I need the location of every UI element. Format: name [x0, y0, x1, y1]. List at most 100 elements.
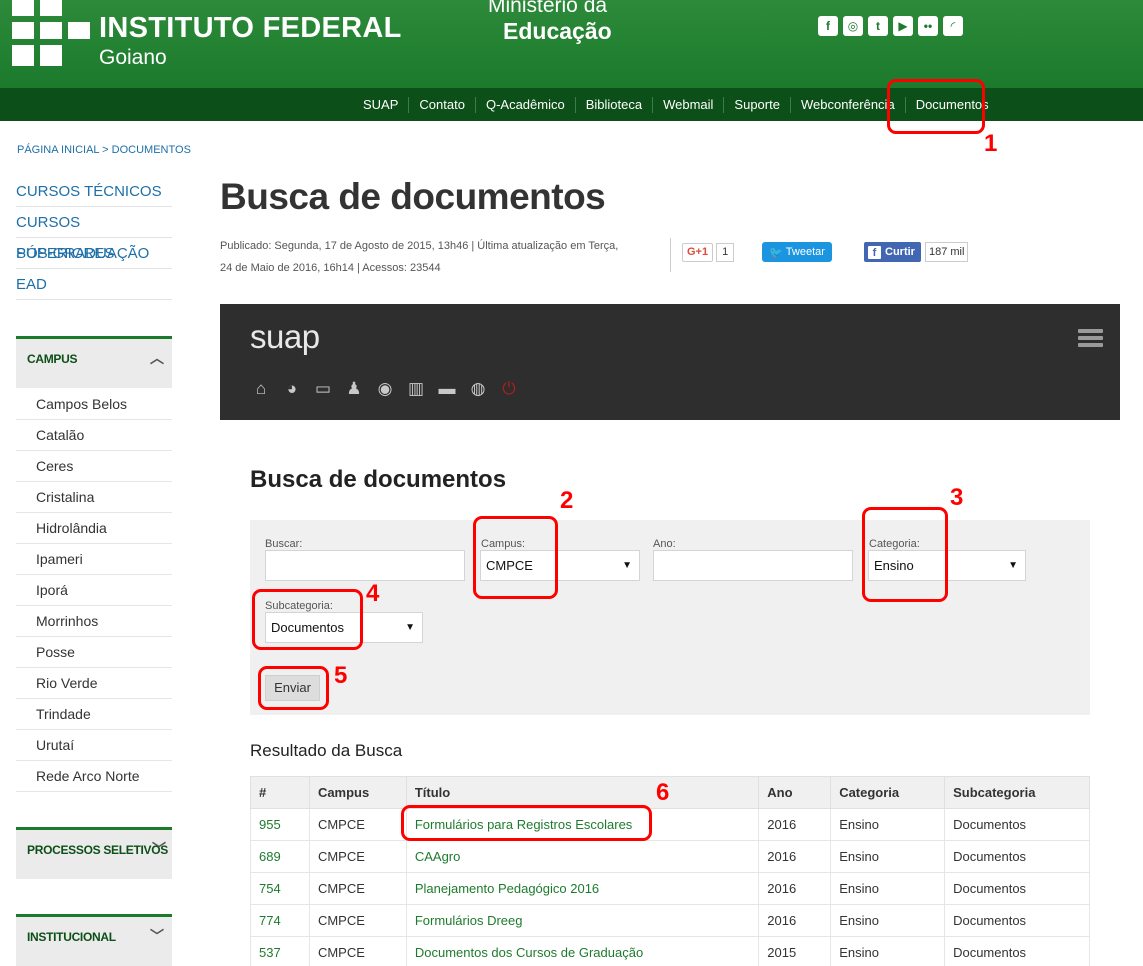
facebook-like: f Curtir 187 mil — [864, 242, 969, 262]
table-row: 689 CMPCE CAAgro 2016 Ensino Documentos — [250, 840, 1090, 873]
sidebar-item-cursos-superiores[interactable]: CURSOS SUPERIORES — [16, 207, 172, 262]
institute-logo-icon[interactable] — [12, 0, 90, 66]
nav-item-suap[interactable]: SUAP — [353, 97, 408, 113]
ano-input[interactable] — [653, 550, 853, 581]
result-title-link[interactable]: Documentos dos Cursos de Graduação — [405, 936, 760, 966]
search-form-title: Busca de documentos — [250, 466, 507, 493]
annotation-box-4 — [252, 589, 363, 650]
campus-item[interactable]: Rede Arco Norte — [16, 761, 172, 792]
briefcase-icon[interactable]: ▬ — [436, 378, 458, 400]
buscar-input[interactable] — [265, 550, 465, 581]
result-id-link[interactable]: 955 — [250, 808, 310, 841]
nav-item-webmail[interactable]: Webmail — [652, 96, 723, 113]
tweet-button[interactable]: 🐦 Tweetar — [762, 242, 832, 262]
campus-item[interactable]: Morrinhos — [16, 606, 172, 637]
nav-item-suporte[interactable]: Suporte — [723, 96, 790, 113]
campus-panel-label: CAMPUS — [27, 352, 78, 366]
meta-line-2: 24 de Maio de 2016, 16h14 | Acessos: 235… — [220, 262, 441, 274]
google-plus-button[interactable]: G+1 — [682, 243, 714, 262]
brand-title[interactable]: INSTITUTO FEDERAL — [99, 12, 402, 45]
facebook-icon[interactable]: f — [818, 16, 838, 36]
nav-item-biblioteca[interactable]: Biblioteca — [574, 96, 652, 113]
campus-item[interactable]: Cristalina — [16, 482, 172, 513]
result-title-link[interactable]: CAAgro — [405, 840, 760, 873]
result-id-link[interactable]: 774 — [250, 904, 310, 937]
result-title-link[interactable]: Formulários Dreeg — [405, 904, 760, 937]
result-subcategoria: Documentos — [944, 808, 1090, 841]
sidebar-item-ead[interactable]: EAD — [16, 269, 172, 300]
suap-logo[interactable]: suap — [250, 318, 320, 356]
campus-panel-header[interactable]: CAMPUS ︿ — [16, 336, 172, 388]
result-id-link[interactable]: 689 — [250, 840, 310, 873]
processos-seletivos-label: PROCESSOS SELETIVOS — [27, 843, 169, 857]
sidebar-main-links: CURSOS TÉCNICOS CURSOS SUPERIORES PÓS-GR… — [16, 176, 172, 300]
campus-item[interactable]: Hidrolândia — [16, 513, 172, 544]
google-plus-share: G+1 1 — [682, 243, 735, 262]
result-campus: CMPCE — [308, 808, 407, 841]
result-campus: CMPCE — [308, 872, 407, 905]
table-row: 537 CMPCE Documentos dos Cursos de Gradu… — [250, 936, 1090, 966]
compass-icon[interactable]: ◉ — [374, 378, 396, 400]
campus-item[interactable]: Posse — [16, 637, 172, 668]
result-subcategoria: Documentos — [944, 936, 1090, 966]
select-arrow-icon: ▼ — [405, 622, 415, 633]
table-row: 774 CMPCE Formulários Dreeg 2016 Ensino … — [250, 904, 1090, 937]
flickr-icon[interactable]: •• — [918, 16, 938, 36]
result-categoria: Ensino — [830, 904, 946, 937]
facebook-like-button[interactable]: f Curtir — [864, 242, 921, 262]
result-ano: 2016 — [758, 840, 832, 873]
campus-item[interactable]: Rio Verde — [16, 668, 172, 699]
chevron-down-icon[interactable]: ﹀ — [152, 839, 166, 859]
home-icon[interactable]: ⌂ — [250, 378, 272, 400]
nav-item-q-academico[interactable]: Q-Acadêmico — [474, 96, 575, 113]
rss-icon[interactable]: ◜ — [943, 16, 963, 36]
processos-seletivos-panel-header[interactable]: PROCESSOS SELETIVOS ﹀ — [16, 827, 172, 879]
campus-item[interactable]: Catalão — [16, 420, 172, 451]
breadcrumb[interactable]: PÁGINA INICIAL > DOCUMENTOS — [17, 144, 191, 156]
institucional-label: INSTITUCIONAL — [27, 930, 116, 944]
annotation-box-3 — [862, 507, 948, 602]
sidebar-item-cursos-tecnicos[interactable]: CURSOS TÉCNICOS — [16, 176, 172, 207]
instagram-icon[interactable]: ◎ — [843, 16, 863, 36]
chevron-up-icon[interactable]: ︿ — [150, 348, 164, 368]
chevron-down-icon[interactable]: ﹀ — [150, 926, 164, 946]
user-icon[interactable]: ♟ — [343, 378, 365, 400]
brand-subtitle[interactable]: Goiano — [99, 46, 167, 70]
sidebar-item-pos-graduacao[interactable]: PÓS-GRADUAÇÃO — [16, 238, 172, 269]
result-id-link[interactable]: 537 — [250, 936, 310, 966]
result-subcategoria: Documentos — [944, 904, 1090, 937]
result-ano: 2016 — [758, 904, 832, 937]
ministry-line-1: Ministério da — [488, 0, 608, 17]
tweet-label: Tweetar — [785, 246, 825, 258]
campus-item[interactable]: Campos Belos — [16, 389, 172, 420]
table-row: 754 CMPCE Planejamento Pedagógico 2016 2… — [250, 872, 1090, 905]
campus-item[interactable]: Trindade — [16, 699, 172, 730]
result-title-link[interactable]: Planejamento Pedagógico 2016 — [405, 872, 760, 905]
youtube-icon[interactable]: ▶ — [893, 16, 913, 36]
result-id-link[interactable]: 754 — [250, 872, 310, 905]
globe-icon[interactable]: ◍ — [467, 378, 489, 400]
hamburger-menu-icon[interactable] — [1078, 329, 1103, 348]
column-header-subcategoria: Subcategoria — [944, 776, 1090, 809]
pie-chart-icon[interactable]: ◕ — [281, 378, 303, 400]
institucional-panel-header[interactable]: INSTITUCIONAL ﹀ — [16, 914, 172, 966]
nav-item-contato[interactable]: Contato — [408, 96, 475, 113]
result-ano: 2015 — [758, 936, 832, 966]
suap-bar: suap ⌂ ◕ ▭ ♟ ◉ ▥ ▬ ◍ ⏻ — [220, 304, 1120, 420]
annotation-box-6 — [401, 805, 652, 841]
campus-item[interactable]: Urutaí — [16, 730, 172, 761]
column-header-categoria: Categoria — [830, 776, 946, 809]
column-header-titulo: Título — [405, 776, 760, 809]
monitor-icon[interactable]: ▭ — [312, 378, 334, 400]
bar-chart-icon[interactable]: ▥ — [405, 378, 427, 400]
annotation-number-4: 4 — [366, 580, 380, 607]
twitter-icon[interactable]: t — [868, 16, 888, 36]
campus-item[interactable]: Ceres — [16, 451, 172, 482]
facebook-like-count: 187 mil — [924, 242, 969, 262]
power-icon[interactable]: ⏻ — [498, 378, 520, 400]
campus-item[interactable]: Ipameri — [16, 544, 172, 575]
annotation-box-1 — [887, 79, 985, 134]
suap-icon-bar: ⌂ ◕ ▭ ♟ ◉ ▥ ▬ ◍ ⏻ — [250, 378, 520, 400]
campus-item[interactable]: Iporá — [16, 575, 172, 606]
facebook-icon: f — [868, 245, 881, 259]
